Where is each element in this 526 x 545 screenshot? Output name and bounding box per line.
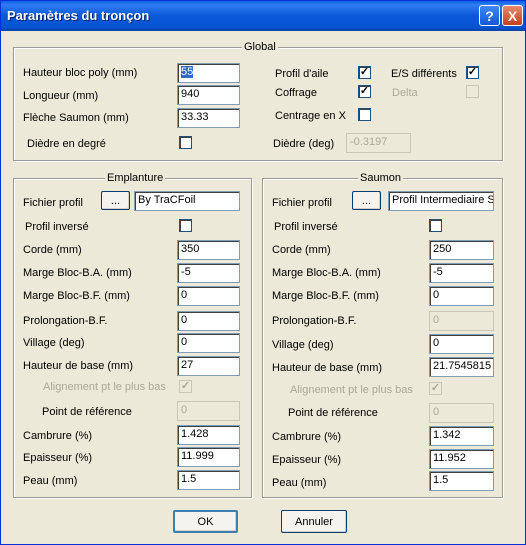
hauteur-bloc-label: Hauteur bloc poly (mm) (23, 67, 138, 79)
saumon-legend: Saumon (358, 172, 403, 184)
profil-aile-label: Profil d'aile (275, 68, 329, 80)
emp-epaisseur-input[interactable]: 11.999 (177, 447, 240, 467)
delta-checkbox[interactable] (466, 85, 479, 98)
emp-browse-button[interactable]: ... (101, 191, 130, 210)
emp-cambrure-input[interactable]: 1.428 (177, 425, 240, 445)
fleche-input[interactable]: 33.33 (177, 108, 240, 128)
diedre-deg-input[interactable]: -0.3197 (346, 133, 411, 153)
coffrage-label: Coffrage (275, 87, 317, 99)
sau-epaisseur-label: Epaisseur (%) (272, 454, 342, 466)
sau-alignement-label: Alignement pt le plus bas (290, 384, 413, 396)
emp-hauteur-base-label: Hauteur de base (mm) (23, 360, 134, 372)
emp-profil-inverse-label: Profil inversé (25, 221, 89, 233)
emp-peau-label: Peau (mm) (23, 475, 78, 487)
diedre-deg-label: Dièdre (deg) (273, 138, 335, 150)
window-title: Paramètres du tronçon (7, 8, 150, 23)
centrage-label: Centrage en X (275, 110, 346, 122)
sau-profil-inverse-label: Profil inversé (274, 221, 338, 233)
emp-profil-inverse-checkbox[interactable] (179, 219, 192, 232)
close-button[interactable]: X (502, 5, 523, 26)
sau-peau-label: Peau (mm) (272, 477, 327, 489)
emp-cambrure-label: Cambrure (%) (23, 430, 93, 442)
sau-epaisseur-input[interactable]: 11.952 (429, 449, 494, 469)
sau-alignement-checkbox[interactable]: ✓ (429, 382, 442, 395)
sau-marge-ba-label: Marge Bloc-B.A. (mm) (272, 267, 381, 279)
sau-fichier-input[interactable]: Profil Intermediaire SE (388, 191, 494, 211)
sau-hauteur-base-label: Hauteur de base (mm) (272, 362, 383, 374)
diedre-degre-label: Dièdre en degré (27, 138, 106, 150)
help-button[interactable]: ? (479, 5, 500, 26)
emp-village-label: Village (deg) (23, 337, 85, 349)
hauteur-bloc-input[interactable]: 55 (177, 63, 240, 83)
emp-point-ref-input[interactable]: 0 (177, 401, 240, 421)
saumon-group: Saumon Fichier profil ... Profil Interme… (262, 172, 503, 498)
cancel-button[interactable]: Annuler (281, 510, 347, 533)
delta-label: Delta (392, 87, 418, 99)
profil-aile-checkbox[interactable]: ✓ (358, 66, 371, 79)
sau-fichier-label: Fichier profil (272, 197, 332, 209)
emplanture-group: Emplanture Fichier profil ... By TraCFoi… (13, 172, 252, 498)
sau-hauteur-base-input[interactable]: 21.7545815 (429, 357, 494, 377)
ok-button[interactable]: OK (173, 510, 238, 533)
sau-village-label: Village (deg) (272, 339, 334, 351)
global-group: Global Hauteur bloc poly (mm) 55 Longueu… (13, 41, 503, 161)
es-diff-checkbox[interactable]: ✓ (466, 66, 479, 79)
sau-cambrure-label: Cambrure (%) (272, 431, 342, 443)
sau-browse-button[interactable]: ... (352, 191, 381, 210)
longueur-input[interactable]: 940 (177, 85, 240, 105)
sau-point-ref-label: Point de référence (288, 407, 378, 419)
sau-peau-input[interactable]: 1.5 (429, 471, 494, 491)
emp-corde-label: Corde (mm) (23, 244, 82, 256)
emp-marge-ba-label: Marge Bloc-B.A. (mm) (23, 267, 132, 279)
emp-marge-ba-input[interactable]: -5 (177, 263, 240, 283)
sau-village-input[interactable]: 0 (429, 334, 494, 354)
emplanture-legend: Emplanture (105, 172, 166, 184)
emp-corde-input[interactable]: 350 (177, 240, 240, 260)
sau-marge-ba-input[interactable]: -5 (429, 263, 494, 283)
longueur-label: Longueur (mm) (23, 90, 99, 102)
fleche-label: Flèche Saumon (mm) (23, 112, 129, 124)
sau-marge-bf-input[interactable]: 0 (429, 286, 494, 306)
emp-epaisseur-label: Epaisseur (%) (23, 452, 93, 464)
emp-prolongation-input[interactable]: 0 (177, 311, 240, 331)
es-diff-label: E/S différents (391, 68, 457, 80)
diedre-degre-checkbox[interactable] (179, 136, 192, 149)
sau-prolongation-input[interactable]: 0 (429, 311, 494, 331)
emp-alignement-label: Alignement pt le plus bas (43, 381, 166, 393)
sau-corde-input[interactable]: 250 (429, 240, 494, 260)
sau-point-ref-input[interactable]: 0 (429, 403, 494, 423)
emp-village-input[interactable]: 0 (177, 333, 240, 353)
coffrage-checkbox[interactable]: ✓ (358, 85, 371, 98)
sau-cambrure-input[interactable]: 1.342 (429, 426, 494, 446)
dialog-window: Paramètres du tronçon ? X Global Hauteur… (0, 0, 526, 545)
emp-peau-input[interactable]: 1.5 (177, 470, 240, 490)
sau-corde-label: Corde (mm) (272, 244, 331, 256)
sau-prolongation-label: Prolongation-B.F. (272, 315, 357, 327)
emp-marge-bf-input[interactable]: 0 (177, 286, 240, 306)
emp-fichier-input[interactable]: By TraCFoil (134, 191, 240, 211)
emp-alignement-checkbox[interactable]: ✓ (179, 380, 192, 393)
sau-profil-inverse-checkbox[interactable] (429, 219, 442, 232)
title-bar[interactable]: Paramètres du tronçon ? X (1, 1, 525, 31)
centrage-checkbox[interactable] (358, 108, 371, 121)
emp-marge-bf-label: Marge Bloc-B.F. (mm) (23, 290, 130, 302)
emp-hauteur-base-input[interactable]: 27 (177, 356, 240, 376)
sau-marge-bf-label: Marge Bloc-B.F. (mm) (272, 290, 379, 302)
emp-point-ref-label: Point de référence (42, 406, 132, 418)
global-legend: Global (242, 41, 278, 53)
emp-prolongation-label: Prolongation-B.F. (23, 315, 108, 327)
emp-fichier-label: Fichier profil (23, 197, 83, 209)
